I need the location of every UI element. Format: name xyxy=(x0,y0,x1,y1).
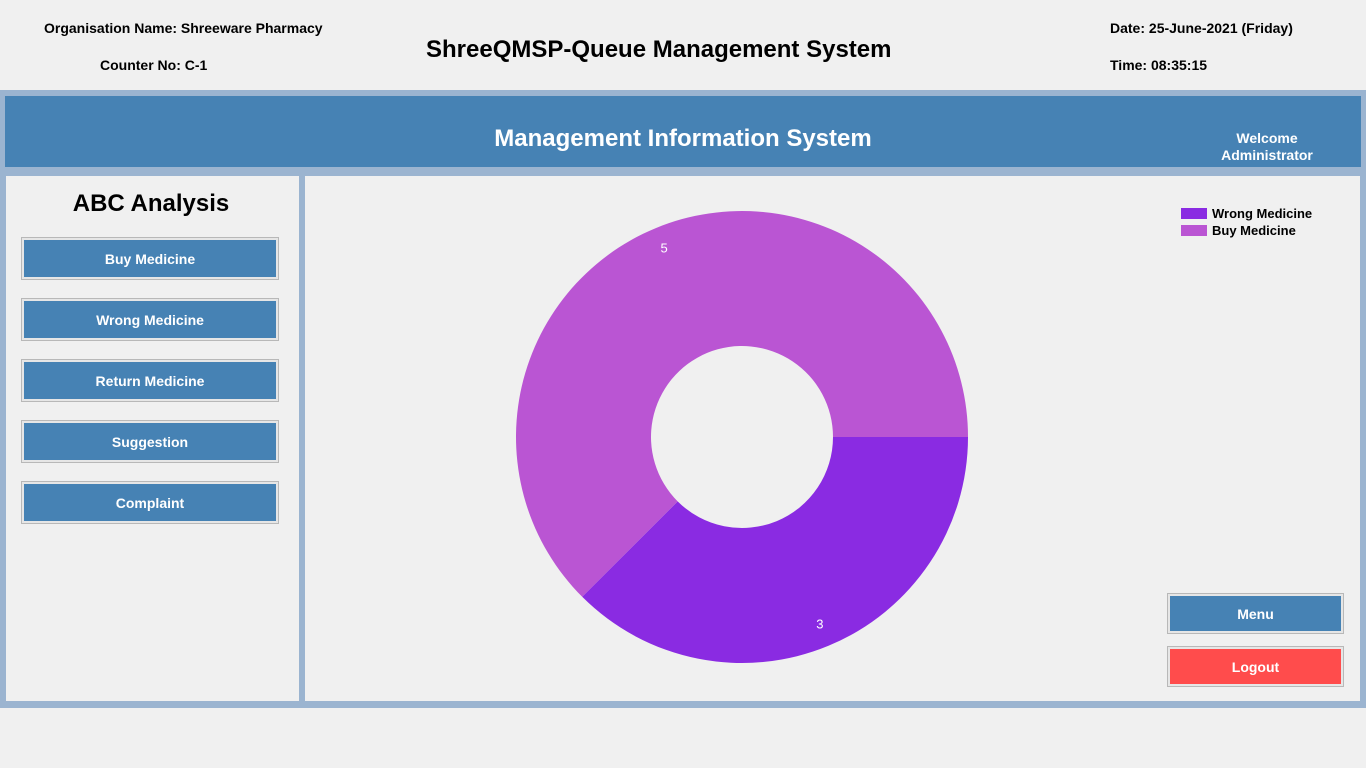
date-display: Date: 25-June-2021 (Friday) xyxy=(1110,20,1293,36)
menu-button[interactable]: Menu xyxy=(1170,596,1341,631)
time-label: Time: xyxy=(1110,57,1148,73)
org-name-value: Shreeware Pharmacy xyxy=(180,20,323,36)
return-medicine-button[interactable]: Return Medicine xyxy=(24,362,276,399)
legend-label-wrong-medicine: Wrong Medicine xyxy=(1212,206,1313,221)
suggestion-button[interactable]: Suggestion xyxy=(24,423,276,460)
legend-item-wrong-medicine: Wrong Medicine xyxy=(1181,206,1312,221)
logout-button[interactable]: Logout xyxy=(1170,649,1341,684)
time-value: 08:35:15 xyxy=(1150,57,1208,73)
logout-button-frame: Logout xyxy=(1167,646,1344,687)
app-title: ShreeQMSP-Queue Management System xyxy=(426,36,892,63)
analysis-sidebar: ABC Analysis Buy Medicine Wrong Medicine… xyxy=(6,176,299,701)
welcome-user: Administrator xyxy=(1221,147,1313,163)
slice-label-buy-medicine: 5 xyxy=(661,240,668,255)
complaint-button-frame: Complaint xyxy=(21,481,279,524)
suggestion-button-frame: Suggestion xyxy=(21,420,279,463)
buy-medicine-button-frame: Buy Medicine xyxy=(21,237,279,280)
wrong-medicine-button[interactable]: Wrong Medicine xyxy=(24,301,276,338)
counter-no-value: C-1 xyxy=(184,57,208,73)
abc-analysis-heading: ABC Analysis xyxy=(72,190,230,217)
date-label: Date: xyxy=(1110,20,1146,36)
welcome-text: Welcome Administrator xyxy=(1205,130,1329,164)
chart-panel: 3 5 Wrong Medicine Buy Medicine Menu Logo… xyxy=(305,176,1360,701)
counter-no: Counter No: C-1 xyxy=(100,57,207,73)
date-value: 25-June-2021 (Friday) xyxy=(1148,20,1293,36)
wrong-medicine-button-frame: Wrong Medicine xyxy=(21,298,279,341)
slice-label-wrong-medicine: 3 xyxy=(816,616,823,631)
menu-button-frame: Menu xyxy=(1167,593,1344,634)
mis-title: Management Information System xyxy=(494,125,872,152)
mis-title-bar: Management Information System Welcome Ad… xyxy=(5,96,1361,167)
counter-no-label: Counter No: xyxy=(100,57,181,73)
legend-swatch-buy-medicine xyxy=(1181,225,1207,236)
welcome-line: Welcome xyxy=(1236,130,1298,146)
return-medicine-button-frame: Return Medicine xyxy=(21,359,279,402)
legend-swatch-wrong-medicine xyxy=(1181,208,1207,219)
org-name: Organisation Name: Shreeware Pharmacy xyxy=(44,20,323,36)
complaint-button[interactable]: Complaint xyxy=(24,484,276,521)
org-name-label: Organisation Name: xyxy=(44,20,178,36)
time-display: Time: 08:35:15 xyxy=(1110,57,1207,73)
legend-label-buy-medicine: Buy Medicine xyxy=(1212,223,1296,238)
buy-medicine-button[interactable]: Buy Medicine xyxy=(24,240,276,277)
legend-item-buy-medicine: Buy Medicine xyxy=(1181,223,1296,238)
